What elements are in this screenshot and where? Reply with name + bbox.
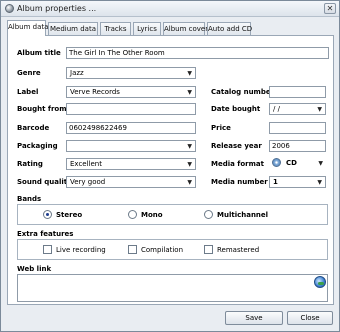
genre-select[interactable]: Jazz ▼: [66, 67, 196, 79]
label-select[interactable]: Verve Records ▼: [66, 86, 196, 98]
price-input[interactable]: [269, 122, 326, 134]
barcode-input[interactable]: 0602498622469: [66, 122, 196, 134]
media-format-value: CD: [286, 159, 297, 167]
close-icon[interactable]: ✕: [324, 3, 336, 14]
date-bought-value: / /: [273, 105, 280, 113]
title-bar: Album properties ... ✕: [1, 1, 339, 17]
album-properties-window: Album properties ... ✕ Album data Medium…: [0, 0, 340, 332]
bought-from-input[interactable]: [66, 103, 196, 115]
label-label: Label: [17, 88, 39, 96]
price-label: Price: [211, 124, 231, 132]
catalog-number-input[interactable]: [269, 86, 326, 98]
app-icon: [5, 4, 14, 13]
chevron-down-icon: ▼: [187, 179, 192, 186]
live-recording-label: Live recording: [56, 246, 106, 254]
genre-label: Genre: [17, 69, 41, 77]
tab-album-data[interactable]: Album data: [7, 20, 48, 36]
tab-lyrics[interactable]: Lyrics: [133, 22, 161, 35]
release-year-input[interactable]: 2006: [269, 140, 326, 152]
barcode-label: Barcode: [17, 124, 50, 132]
packaging-select[interactable]: ▼: [66, 140, 196, 152]
date-bought-picker[interactable]: / / ▼: [269, 103, 326, 115]
chevron-down-icon: ▼: [317, 179, 322, 186]
chevron-down-icon: ▼: [187, 89, 192, 96]
remastered-label: Remastered: [217, 246, 260, 254]
chevron-down-icon: ▼: [318, 160, 323, 167]
remastered-checkbox[interactable]: [204, 245, 213, 254]
chevron-down-icon: ▼: [187, 161, 192, 168]
mono-radio[interactable]: [128, 210, 137, 219]
extra-features-group: Live recording Compilation Remastered: [17, 239, 328, 260]
label-value: Verve Records: [70, 88, 120, 96]
live-recording-checkbox[interactable]: [43, 245, 52, 254]
media-number-value: 1: [273, 178, 278, 186]
rating-select[interactable]: Excellent ▼: [66, 158, 196, 170]
bands-title: Bands: [17, 195, 42, 203]
close-button[interactable]: Close: [287, 311, 333, 325]
chevron-down-icon: ▼: [317, 106, 322, 113]
bought-from-label: Bought from: [17, 105, 67, 113]
stereo-radio[interactable]: [43, 210, 52, 219]
save-button[interactable]: Save: [225, 311, 283, 325]
extra-features-title: Extra features: [17, 230, 74, 238]
tab-auto-add-cd[interactable]: Auto add CD: [207, 22, 252, 35]
multichannel-radio[interactable]: [204, 210, 213, 219]
album-title-input[interactable]: The Girl In The Other Room: [66, 47, 329, 59]
compilation-label: Compilation: [141, 246, 184, 254]
rating-label: Rating: [17, 160, 43, 168]
stereo-radio-label: Stereo: [56, 211, 83, 219]
media-number-select[interactable]: 1 ▼: [269, 176, 326, 188]
globe-icon[interactable]: [314, 276, 326, 288]
packaging-label: Packaging: [17, 142, 58, 150]
sound-quality-label: Sound quality: [17, 178, 72, 186]
compilation-checkbox[interactable]: [128, 245, 137, 254]
media-format-select[interactable]: CD ▼: [269, 156, 326, 171]
web-link-label: Web link: [17, 265, 52, 273]
chevron-down-icon: ▼: [187, 70, 192, 77]
release-year-label: Release year: [211, 142, 262, 150]
cd-icon: [272, 158, 281, 167]
media-format-label: Media format: [211, 160, 264, 168]
web-link-input[interactable]: [17, 274, 328, 302]
mono-radio-label: Mono: [141, 211, 163, 219]
catalog-number-label: Catalog number: [211, 88, 275, 96]
tab-album-cover[interactable]: Album cover: [163, 22, 208, 35]
window-title: Album properties ...: [17, 4, 97, 13]
date-bought-label: Date bought: [211, 105, 261, 113]
multichannel-radio-label: Multichannel: [217, 211, 269, 219]
chevron-down-icon: ▼: [187, 143, 192, 150]
bands-group: Stereo Mono Multichannel: [17, 204, 328, 225]
sound-quality-select[interactable]: Very good ▼: [66, 176, 196, 188]
media-number-label: Media number: [211, 178, 268, 186]
album-data-panel: Album title The Girl In The Other Room G…: [7, 35, 334, 305]
album-title-label: Album title: [17, 49, 61, 57]
genre-value: Jazz: [70, 69, 84, 77]
rating-value: Excellent: [70, 160, 102, 168]
sound-quality-value: Very good: [70, 178, 106, 186]
tab-tracks[interactable]: Tracks: [100, 22, 131, 35]
tab-medium-data[interactable]: Medium data: [48, 22, 98, 35]
